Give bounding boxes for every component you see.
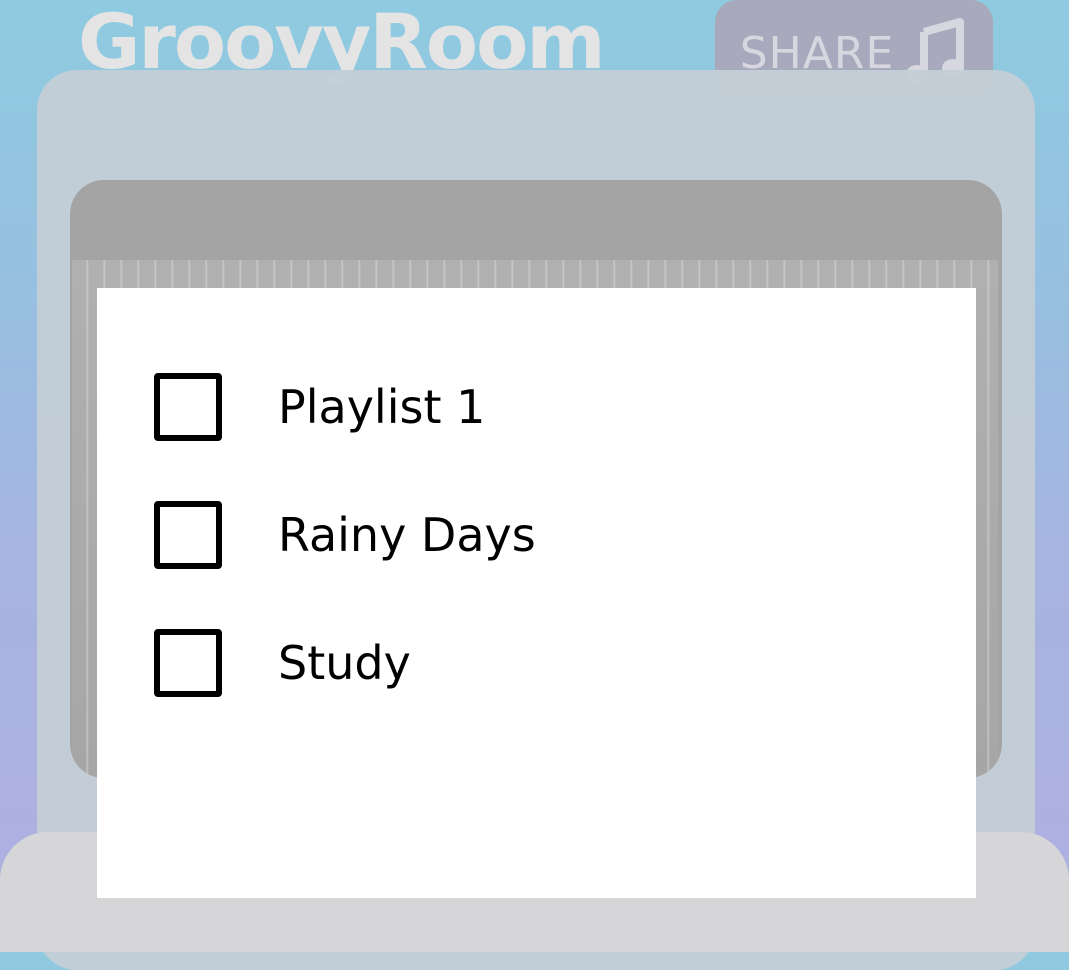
playlist-option-label: Playlist 1 (278, 380, 486, 434)
playlist-checkbox[interactable] (154, 629, 222, 697)
playlist-option-label: Study (278, 636, 411, 690)
playlist-option-label: Rainy Days (278, 508, 536, 562)
playlist-select-dialog: Playlist 1 Rainy Days Study (97, 288, 976, 898)
app-title: GroovyRoom (78, 0, 606, 86)
playlist-checkbox[interactable] (154, 501, 222, 569)
playlist-checkbox[interactable] (154, 373, 222, 441)
playlist-option[interactable]: Study (97, 588, 976, 738)
